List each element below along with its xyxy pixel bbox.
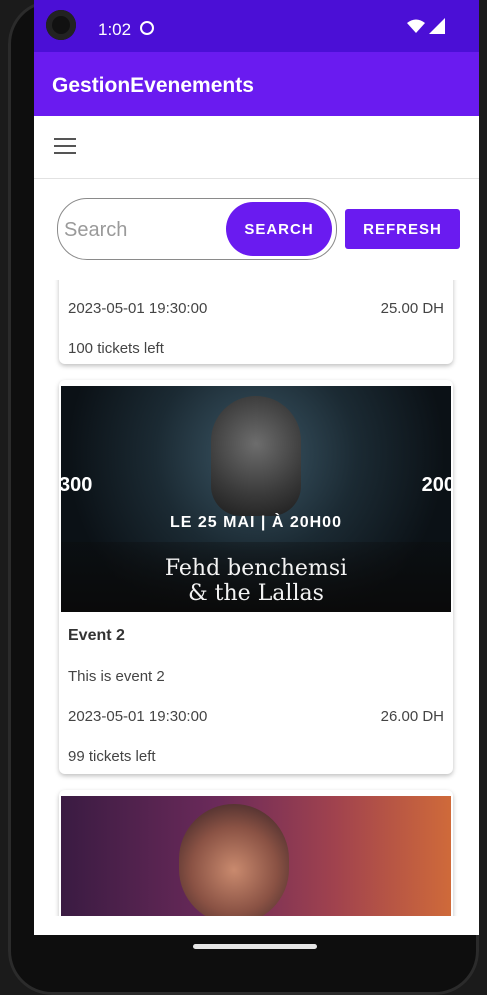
poster-artist-figure bbox=[179, 804, 289, 916]
phone-frame: 1:02 GestionEvenements SEARCH REFRESH bbox=[8, 0, 479, 995]
refresh-button[interactable]: REFRESH bbox=[345, 209, 460, 249]
event-tickets: 99 tickets left bbox=[68, 748, 156, 765]
event-tickets: 100 tickets left bbox=[68, 340, 164, 357]
status-bar: 1:02 bbox=[34, 0, 479, 52]
menu-icon[interactable] bbox=[54, 138, 76, 156]
poster-artist-figure bbox=[211, 396, 301, 516]
gesture-nav-bar[interactable] bbox=[193, 944, 317, 949]
app-bar: GestionEvenements bbox=[34, 52, 479, 116]
status-time: 1:02 bbox=[98, 20, 132, 39]
event-description: This is event 2 bbox=[68, 668, 165, 685]
event-card[interactable] bbox=[59, 790, 453, 916]
event-datetime: 2023-05-01 19:30:00 bbox=[68, 708, 208, 725]
poster-name-line1: Fehd benchemsi bbox=[164, 556, 348, 581]
event-card[interactable]: 300 200 LE 25 MAI | À 20H00 Fehd benchem… bbox=[59, 380, 453, 774]
toolbar bbox=[34, 116, 479, 179]
front-camera bbox=[46, 10, 76, 40]
status-icons bbox=[407, 18, 445, 34]
poster-name-line2: & the Lallas bbox=[188, 581, 324, 606]
event-price: 25.00 DH bbox=[380, 300, 444, 317]
screen: 1:02 GestionEvenements SEARCH REFRESH bbox=[34, 0, 479, 935]
event-poster-image bbox=[61, 796, 451, 916]
event-price: 26.00 DH bbox=[380, 708, 444, 725]
poster-artist-name: Fehd benchemsi & the Lallas bbox=[61, 556, 451, 606]
event-list[interactable]: 2023-05-01 19:30:00 25.00 DH 100 tickets… bbox=[34, 280, 479, 916]
search-bar: SEARCH bbox=[57, 198, 337, 260]
search-input[interactable] bbox=[62, 213, 226, 247]
event-card[interactable]: 2023-05-01 19:30:00 25.00 DH 100 tickets… bbox=[59, 280, 453, 364]
event-poster-image: 300 200 LE 25 MAI | À 20H00 Fehd benchem… bbox=[61, 386, 451, 612]
event-datetime: 2023-05-01 19:30:00 bbox=[68, 300, 208, 317]
poster-price-right: 200 bbox=[421, 474, 451, 496]
wifi-icon bbox=[407, 19, 425, 33]
event-title: Event 2 bbox=[68, 627, 125, 644]
app-title: GestionEvenements bbox=[52, 74, 254, 97]
poster-date: LE 25 MAI | À 20H00 bbox=[170, 514, 342, 531]
signal-icon bbox=[429, 18, 445, 34]
event-datetime-row: 2023-05-01 19:30:00 26.00 DH bbox=[68, 708, 444, 725]
search-button[interactable]: SEARCH bbox=[226, 202, 332, 256]
notification-icon bbox=[140, 21, 154, 35]
poster-price-left: 300 bbox=[61, 474, 93, 496]
event-datetime-row: 2023-05-01 19:30:00 25.00 DH bbox=[68, 300, 444, 317]
